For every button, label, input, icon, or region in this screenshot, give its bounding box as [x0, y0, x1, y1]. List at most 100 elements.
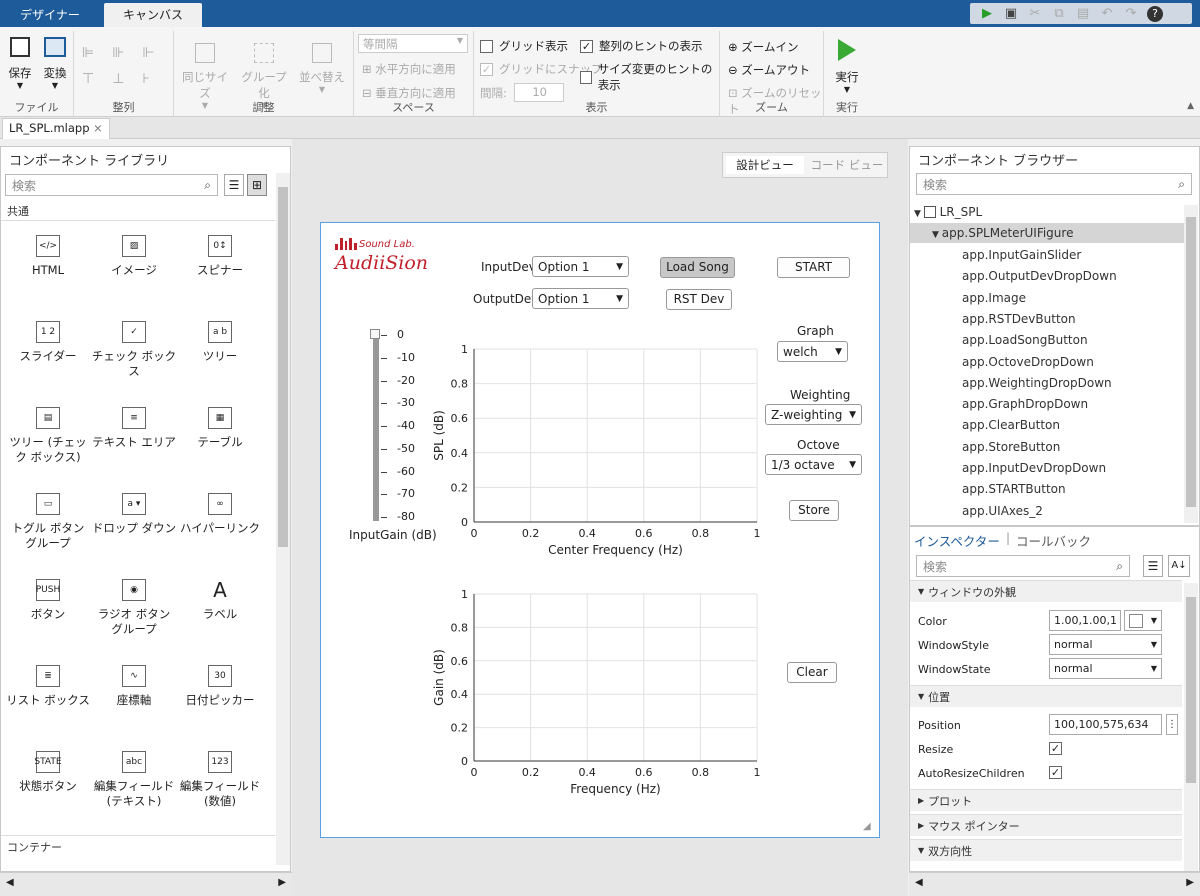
- autoresize-checkbox[interactable]: ✓: [1049, 766, 1062, 779]
- align-hint-checkbox[interactable]: ✓ 整列のヒントの表示: [580, 38, 703, 54]
- y-tick-label: 0.4: [451, 447, 469, 460]
- slider-tick-label: -50: [397, 441, 415, 455]
- tree-root[interactable]: ▼ LR_SPL: [914, 205, 982, 219]
- component-text-area[interactable]: ≡ テキスト エリア: [91, 407, 177, 450]
- tree-item[interactable]: app.LoadSongButton: [962, 333, 1088, 347]
- redo-icon[interactable]: ↷: [1120, 4, 1142, 24]
- collapse-ribbon-icon[interactable]: ▲: [1187, 101, 1194, 111]
- section-mouse-pointer[interactable]: ▶ マウス ポインター: [910, 814, 1182, 836]
- tree-item[interactable]: app.GraphDropDown: [962, 397, 1088, 411]
- component-slider[interactable]: 1 2 スライダー: [5, 321, 91, 364]
- tree-item[interactable]: app.Image: [962, 291, 1026, 305]
- component-table[interactable]: ▦ テーブル: [177, 407, 263, 450]
- color-picker[interactable]: ▼: [1124, 610, 1162, 631]
- tree-item[interactable]: app.ClearButton: [962, 418, 1060, 432]
- component-checkbox-tree[interactable]: ▤ ツリー (チェック ボックス): [5, 407, 91, 465]
- app-figure[interactable]: Sound Lab. AudiiSion InputDev Option 1 ▼ …: [320, 222, 880, 838]
- tree-item[interactable]: app.OctoveDropDown: [962, 355, 1094, 369]
- paste-icon[interactable]: ▤: [1072, 4, 1094, 24]
- library-scrollbar[interactable]: [276, 173, 290, 865]
- slider-tick: [381, 380, 387, 382]
- spacing-select[interactable]: 等間隔 ▼: [358, 34, 468, 53]
- component-date-picker[interactable]: 30 日付ピッカー: [177, 665, 263, 708]
- component-state-button[interactable]: STATE 状態ボタン: [5, 751, 91, 794]
- h-apply-button[interactable]: ⊞ 水平方向に適用: [362, 61, 456, 77]
- component-image[interactable]: ▨ イメージ: [91, 235, 177, 278]
- component-hyperlink[interactable]: ∞ ハイパーリンク: [177, 493, 263, 536]
- resize-hint-checkbox[interactable]: サイズ変更のヒントの表示: [580, 61, 719, 93]
- inspector-scrollbar[interactable]: [1184, 583, 1198, 871]
- zoom-in-button[interactable]: ⊕ ズームイン: [728, 39, 798, 55]
- tree-figure-row[interactable]: ▼ app.SPLMeterUIFigure: [910, 223, 1184, 243]
- library-hscrollbar[interactable]: ◀ ▶: [0, 872, 292, 896]
- inspector-search-input[interactable]: 検索 ⌕: [916, 555, 1130, 577]
- component-toggle-button-group[interactable]: ▭ トグル ボタン グループ: [5, 493, 91, 551]
- section-window-appearance[interactable]: ▼ ウィンドウの外観: [910, 580, 1182, 602]
- tree-item[interactable]: app.RSTDevButton: [962, 312, 1076, 326]
- file-tab[interactable]: LR_SPL.mlapp ×: [2, 118, 110, 139]
- tree-item[interactable]: app.OutputDevDropDown: [962, 269, 1117, 283]
- close-icon[interactable]: ×: [93, 121, 103, 135]
- windowstyle-dropdown[interactable]: normal ▼: [1049, 634, 1162, 655]
- tab-designer[interactable]: デザイナー: [0, 3, 100, 27]
- copy-icon[interactable]: ⧉: [1048, 4, 1070, 24]
- save-button[interactable]: 保存 ▼: [6, 37, 34, 90]
- run-group: 実行 ▼ 実行: [824, 31, 870, 117]
- browser-search-input[interactable]: 検索 ⌕: [916, 173, 1192, 195]
- component-radio-button-group[interactable]: ◉ ラジオ ボタン グループ: [91, 579, 177, 637]
- tree-item[interactable]: app.UIAxes_2: [962, 504, 1043, 518]
- component-dropdown[interactable]: a ▾ ドロップ ダウン: [91, 493, 177, 536]
- undo-icon[interactable]: ↶: [1096, 4, 1118, 24]
- inspector-hscrollbar[interactable]: ◀ ▶: [909, 872, 1200, 896]
- windowstate-dropdown[interactable]: normal ▼: [1049, 658, 1162, 679]
- component-axes[interactable]: ∿ 座標軸: [91, 665, 177, 708]
- arrange-button[interactable]: 並べ替え ▼: [296, 43, 348, 94]
- component-list-box[interactable]: ≣ リスト ボックス: [5, 665, 91, 708]
- section-interactivity[interactable]: ▼ 双方向性: [910, 839, 1182, 861]
- code-view-button[interactable]: コード ビュー: [809, 156, 885, 174]
- position-field[interactable]: 100,100,575,634: [1049, 714, 1162, 735]
- tree-item[interactable]: app.StoreButton: [962, 440, 1060, 454]
- tree-item[interactable]: app.WeightingDropDown: [962, 376, 1112, 390]
- help-icon[interactable]: ?: [1144, 4, 1166, 24]
- library-search-input[interactable]: 検索 ⌕: [5, 174, 218, 196]
- x-tick-label: 0.2: [522, 766, 540, 779]
- y-tick-label: 0: [461, 755, 468, 768]
- component-spinner[interactable]: 0↕ スピナー: [177, 235, 263, 278]
- grid-show-checkbox[interactable]: グリッド表示: [480, 38, 568, 54]
- color-field[interactable]: 1.00,1.00,1: [1049, 610, 1121, 631]
- component-checkbox[interactable]: ✓ チェック ボックス: [91, 321, 177, 379]
- resize-checkbox[interactable]: ✓: [1049, 742, 1062, 755]
- save-icon[interactable]: ▣: [1000, 4, 1022, 24]
- component-tree[interactable]: a b ツリー: [177, 321, 263, 364]
- list-view-icon[interactable]: ☰: [224, 174, 244, 196]
- component-edit-field-numeric[interactable]: 123 編集フィールド (数値): [177, 751, 263, 809]
- align-icons[interactable]: ⊫⊪⊩: [82, 45, 173, 61]
- group-view-icon[interactable]: ☰: [1143, 555, 1163, 577]
- tree-item[interactable]: app.STARTButton: [962, 482, 1066, 496]
- component-edit-field-text[interactable]: abc 編集フィールド (テキスト): [91, 751, 177, 809]
- section-position[interactable]: ▼ 位置: [910, 685, 1182, 707]
- zoom-out-button[interactable]: ⊖ ズームアウト: [728, 62, 810, 78]
- browser-scrollbar[interactable]: [1184, 205, 1198, 523]
- component-html[interactable]: </> HTML: [5, 235, 91, 278]
- sort-az-icon[interactable]: A↓: [1168, 555, 1190, 577]
- tab-callback[interactable]: コールバック: [1016, 531, 1091, 550]
- section-plot[interactable]: ▶ プロット: [910, 789, 1182, 811]
- align-v-icons[interactable]: ⊤⊥⊦: [82, 71, 168, 87]
- y-tick-label: 0: [461, 516, 468, 529]
- grid-view-icon[interactable]: ⊞: [247, 174, 267, 196]
- cut-icon[interactable]: ✂: [1024, 4, 1046, 24]
- design-view-button[interactable]: 設計ビュー: [726, 156, 804, 174]
- resize-grip-icon[interactable]: ◢: [863, 821, 871, 832]
- tree-item[interactable]: app.InputGainSlider: [962, 248, 1081, 262]
- tab-inspector[interactable]: インスペクター: [914, 531, 1000, 550]
- tree-item[interactable]: app.InputDevDropDown: [962, 461, 1106, 475]
- component-label[interactable]: A ラベル: [177, 579, 263, 622]
- run-icon[interactable]: ▶: [976, 4, 998, 24]
- tab-canvas[interactable]: キャンバス: [104, 3, 202, 27]
- component-button[interactable]: PUSH ボタン: [5, 579, 91, 622]
- more-options-icon[interactable]: ⋮: [1166, 714, 1178, 735]
- convert-button[interactable]: 変換 ▼: [40, 37, 70, 90]
- run-button[interactable]: 実行 ▼: [830, 39, 864, 94]
